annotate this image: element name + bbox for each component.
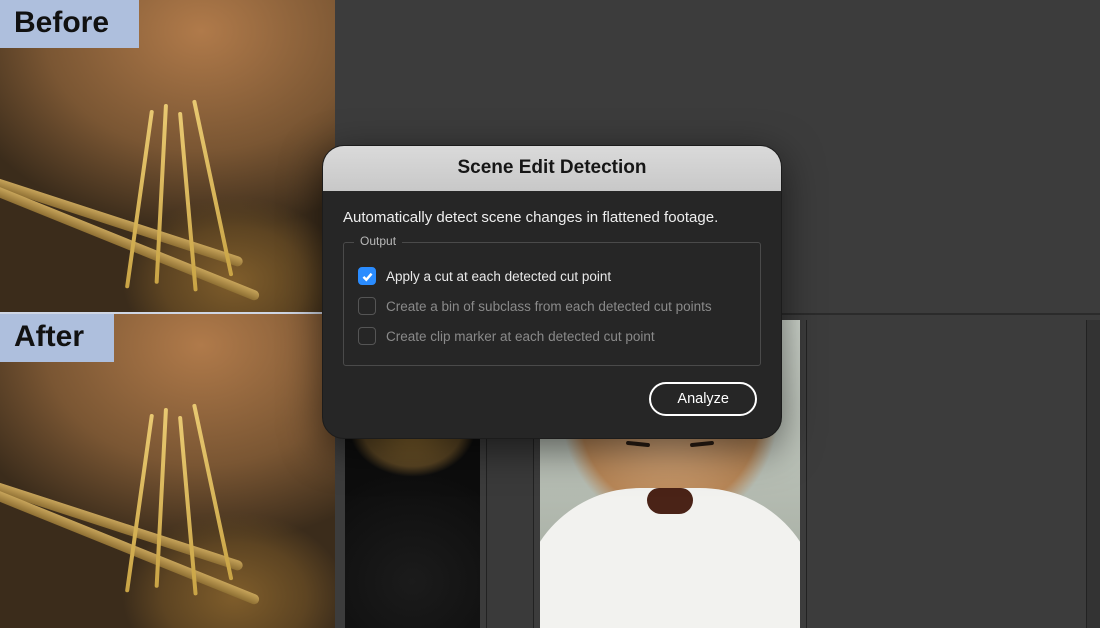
option-label: Apply a cut at each detected cut point	[386, 269, 611, 284]
after-frame: After	[0, 314, 335, 628]
before-badge: Before	[0, 0, 139, 48]
dialog-title: Scene Edit Detection	[323, 146, 781, 191]
output-fieldset: Output Apply a cut at each detected cut …	[343, 242, 761, 366]
dialog-body: Automatically detect scene changes in fl…	[323, 191, 781, 438]
analyze-button[interactable]: Analyze	[649, 382, 757, 416]
checkbox-checked-icon[interactable]	[358, 267, 376, 285]
timeline-gap[interactable]	[806, 320, 1080, 628]
option-apply-cut[interactable]: Apply a cut at each detected cut point	[358, 261, 746, 291]
option-label: Create clip marker at each detected cut …	[386, 329, 655, 344]
dialog-description: Automatically detect scene changes in fl…	[343, 209, 761, 226]
checkbox-unchecked-icon[interactable]	[358, 297, 376, 315]
before-frame: Before	[0, 0, 335, 314]
comparison-column: Before After	[0, 0, 335, 628]
clip-thumbnail-image	[647, 488, 693, 514]
timeline-gap[interactable]	[1086, 320, 1100, 628]
dialog-actions: Analyze	[343, 382, 761, 420]
after-badge: After	[0, 314, 114, 362]
option-create-marker[interactable]: Create clip marker at each detected cut …	[358, 321, 746, 351]
checkbox-unchecked-icon[interactable]	[358, 327, 376, 345]
scene-edit-detection-dialog: Scene Edit Detection Automatically detec…	[322, 145, 782, 439]
fieldset-legend: Output	[354, 234, 402, 248]
option-label: Create a bin of subclass from each detec…	[386, 299, 712, 314]
option-create-bin[interactable]: Create a bin of subclass from each detec…	[358, 291, 746, 321]
